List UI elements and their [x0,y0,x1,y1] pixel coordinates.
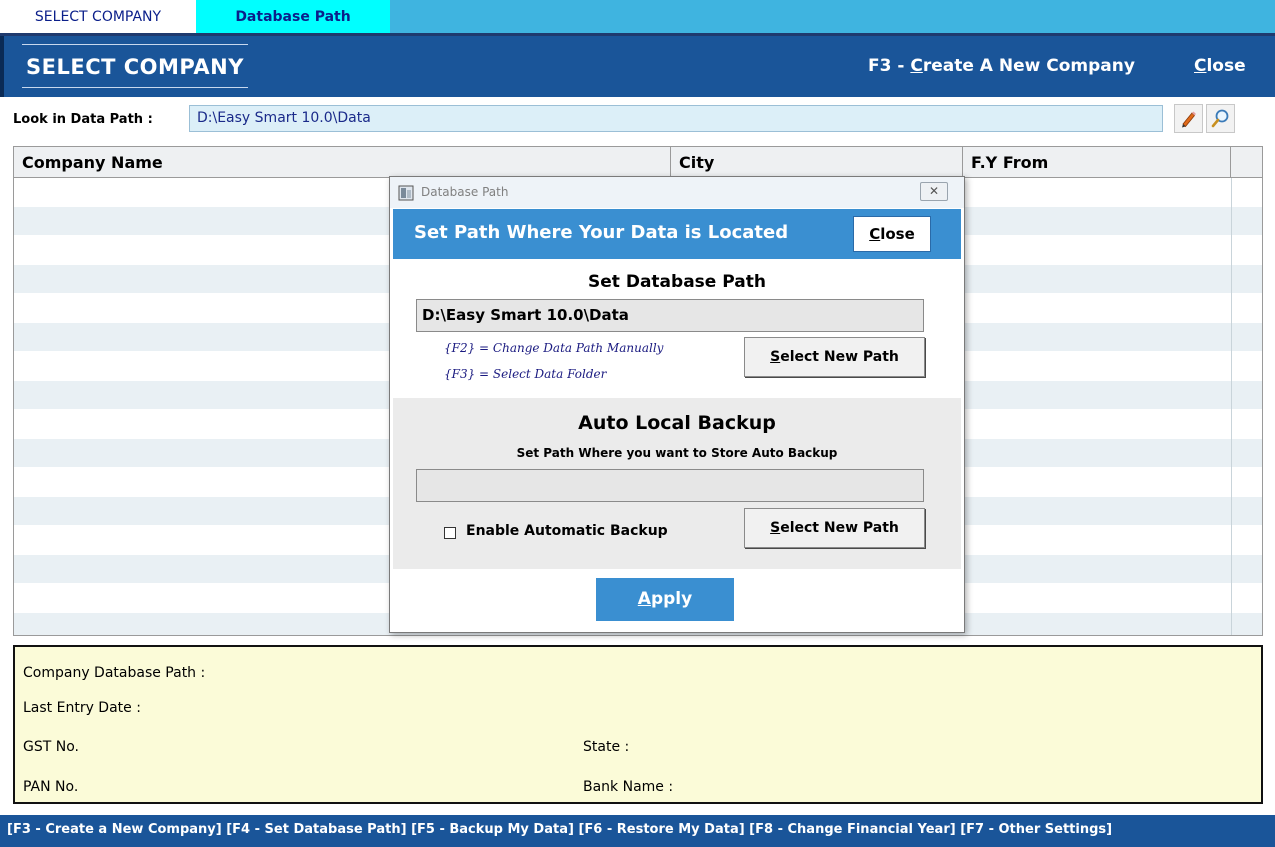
magnifier-icon [1211,109,1229,128]
data-path-input[interactable]: D:\Easy Smart 10.0\Data [189,105,1163,132]
column-city[interactable]: City [671,147,963,178]
header-bar: SELECT COMPANY F3 - Create A New Company… [0,36,1275,97]
dialog-close-button[interactable]: Close [853,216,931,252]
pan-label: PAN No. [23,779,79,795]
grid-scroll-divider [1231,178,1232,635]
auto-backup-section: Auto Local Backup Set Path Where you wan… [393,398,961,569]
enable-backup-label[interactable]: Enable Automatic Backup [466,523,668,539]
create-company-label: reate A New Company [922,56,1135,76]
last-entry-label: Last Entry Date : [23,700,141,716]
pencil-icon [1182,111,1196,128]
database-path-field[interactable]: D:\Easy Smart 10.0\Data [416,299,924,332]
select-company-window: SELECT COMPANY Database Path SELECT COMP… [0,0,1275,847]
hint-f2: {F2} = Change Data Path Manually [444,341,664,355]
dialog-titlebar[interactable]: Database Path ✕ [390,177,964,208]
hint-f3: {F3} = Select Data Folder [444,367,607,381]
gst-label: GST No. [23,739,79,755]
column-company-name[interactable]: Company Name [14,147,671,178]
select-database-path-button[interactable]: Select New Path [744,337,925,377]
look-in-row: Look in Data Path : D:\Easy Smart 10.0\D… [0,97,1275,143]
column-fy-from[interactable]: F.Y From [963,147,1231,178]
dialog-close-x-button[interactable]: ✕ [920,182,948,201]
close-hotkey: C [1194,56,1207,76]
tab-strip: SELECT COMPANY Database Path [0,0,1275,33]
apply-label: pply [650,589,693,609]
bank-label: Bank Name : [583,779,674,795]
close-label: lose [1206,56,1246,76]
apply-button[interactable]: Apply [596,578,734,621]
create-company-link[interactable]: F3 - Create A New Company [868,56,1135,76]
edit-path-button[interactable] [1174,104,1203,133]
select-path-label: elect New Path [780,349,899,365]
create-company-hotkey: C [910,56,923,76]
dialog-banner: Set Path Where Your Data is Located Clos… [393,209,961,259]
dialog-title: Database Path [421,185,509,199]
browse-path-button[interactable] [1206,104,1235,133]
look-in-label: Look in Data Path : [13,112,153,127]
tab-database-path[interactable]: Database Path [196,0,390,33]
select-backup-hotkey: S [770,520,781,536]
select-backup-label: elect New Path [780,520,899,536]
company-info-panel: Company Database Path : Last Entry Date … [13,645,1263,804]
dialog-banner-title: Set Path Where Your Data is Located [414,222,789,243]
state-label: State : [583,739,630,755]
auto-backup-subheading: Set Path Where you want to Store Auto Ba… [516,446,838,460]
database-path-dialog: Database Path ✕ Set Path Where Your Data… [389,176,965,633]
backup-path-field[interactable] [416,469,924,502]
close-link[interactable]: Close [1194,56,1246,76]
auto-backup-heading: Auto Local Backup [578,412,776,434]
window-icon [398,185,414,201]
apply-hotkey: A [637,589,651,609]
enable-backup-checkbox[interactable] [444,527,456,539]
dialog-close-label: lose [880,225,915,243]
apply-section: Apply [393,569,961,632]
create-company-key: F3 - [868,56,911,76]
select-backup-path-button[interactable]: Select New Path [744,508,925,548]
database-path-section: Set Database Path D:\Easy Smart 10.0\Dat… [393,259,961,398]
dialog-close-hotkey: C [869,225,881,243]
set-database-path-heading: Set Database Path [588,272,766,292]
tab-select-company[interactable]: SELECT COMPANY [0,0,196,33]
select-path-hotkey: S [770,349,781,365]
page-title: SELECT COMPANY [22,44,248,88]
database-path-label: Company Database Path : [23,665,206,681]
grid-header: Company Name City F.Y From [14,147,1262,178]
shortcut-bar: [F3 - Create a New Company] [F4 - Set Da… [0,815,1275,847]
